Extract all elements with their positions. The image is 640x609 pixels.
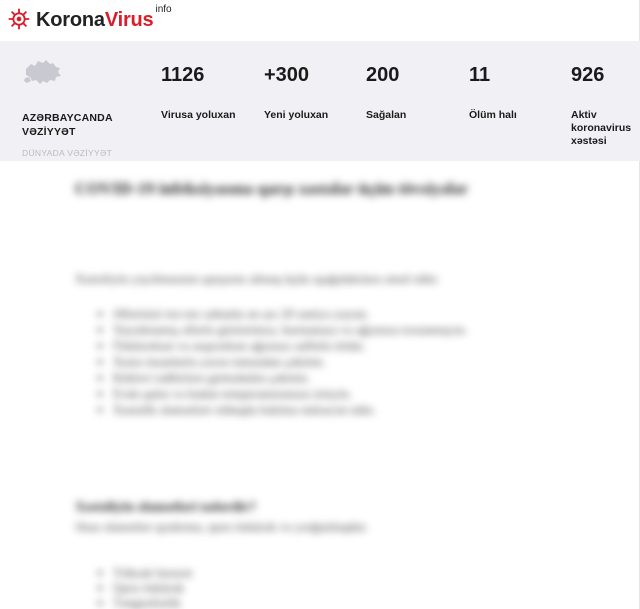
stat-new-infected: +300 Yeni yoluxan (264, 63, 344, 122)
logo-superscript: info (155, 4, 172, 15)
logo-text-part1: Korona (36, 9, 105, 31)
azerbaijan-map-icon (24, 60, 61, 84)
list-item: Evdə qalın və bədən temperaturunuzu izlə… (113, 386, 598, 402)
article-subheading: Xəstəliyin əlamətləri nələrdir? (75, 500, 257, 515)
stat-value: +300 (264, 64, 310, 86)
article-symptom-list: Yüksək hərarət Quru öskürək Təngnəfəslik (95, 565, 513, 609)
site-logo[interactable]: KoronaVirus info (8, 4, 172, 32)
list-item: Kütləvi tədbirlərə getməkdən çəkinin. (113, 370, 598, 386)
article-title: COVID-19 infeksiyasına qarşı xəstələr üç… (75, 179, 469, 198)
stat-label: Aktiv koronavirus xəstəsi (571, 109, 632, 147)
list-item: Xəstəlik əlamətləri olduqda həkimə mürac… (113, 402, 598, 418)
stats-panel: AZƏRBAYCANDA VƏZİYYƏT DÜNYADA VƏZİYYƏT 1… (0, 41, 640, 161)
stat-deaths: 11 Ölüm halı (469, 63, 549, 122)
virus-icon (8, 8, 30, 30)
top-bar: KoronaVirus info (0, 0, 639, 40)
logo-text-part2: Virus (104, 9, 154, 31)
stat-value: 1126 (161, 64, 205, 86)
logo-text: KoronaVirus (36, 8, 154, 32)
list-item: Quru öskürək (113, 580, 513, 595)
list-item: Əllərinizi tez-tez sabunla ən azı 20 san… (113, 306, 598, 322)
list-item: Təngnəfəslik (113, 595, 513, 609)
list-item: Yuyulmamış əllərlə gözlərinizə, burnunuz… (113, 322, 598, 338)
stat-label: Sağalan (366, 109, 407, 121)
list-item: Yüksək hərarət (113, 565, 513, 580)
stat-label: Virusa yoluxan (161, 109, 236, 121)
stat-active: 926 Aktiv koronavirus xəstəsi (571, 63, 637, 148)
page: KoronaVirus info AZƏRBAYCANDA VƏZİYYƏT D… (0, 0, 640, 609)
article-bullet-list: Əllərinizi tez-tez sabunla ən azı 20 san… (95, 306, 598, 418)
article-content: COVID-19 infeksiyasına qarşı xəstələr üç… (0, 161, 640, 609)
stat-label: Yeni yoluxan (264, 109, 329, 121)
stat-value: 200 (366, 64, 400, 86)
stat-value: 11 (469, 64, 491, 86)
world-situation-link[interactable]: DÜNYADA VƏZİYYƏT (22, 148, 112, 158)
region-title: AZƏRBAYCANDA VƏZİYYƏT (22, 112, 113, 138)
article-paragraph: Əsas əlamətlər qızdırma, quru öskürək və… (75, 519, 369, 534)
stat-infected: 1126 Virusa yoluxan (161, 63, 241, 122)
stat-recovered: 200 Sağalan (366, 63, 446, 122)
list-item: Xəstə insanlarla yaxın təmasdan çəkinin. (113, 354, 598, 370)
stat-value: 926 (571, 64, 605, 86)
list-item: Öskürərkən və asqırarkən ağzınızı salfet… (113, 338, 598, 354)
stat-label: Ölüm halı (469, 109, 517, 121)
article-intro: Xəstəliyin yayılmasının qarşısını almaq … (75, 271, 440, 286)
